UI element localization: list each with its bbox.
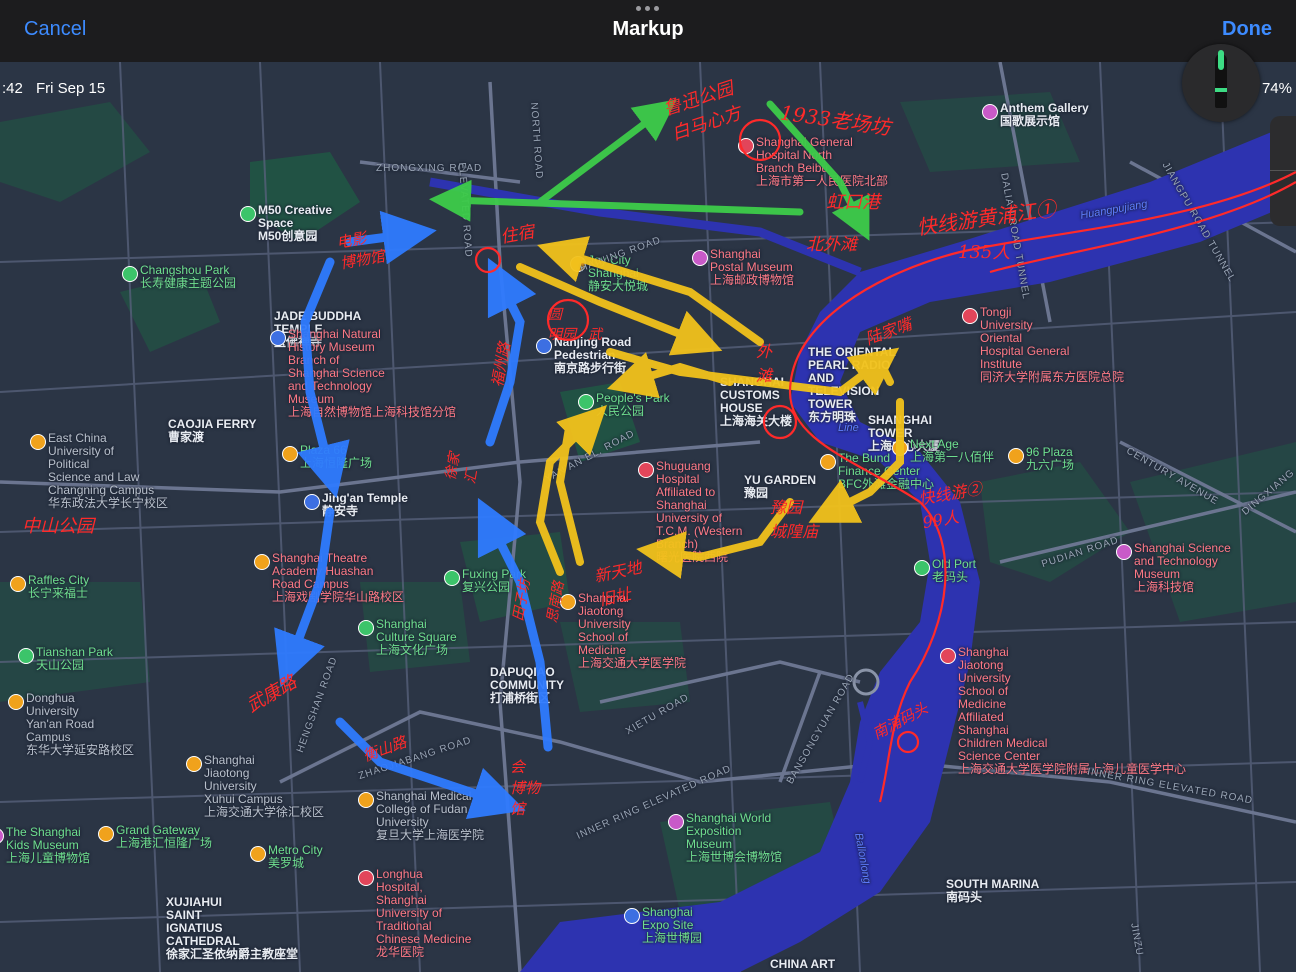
place-pin-icon-longhua[interactable] [358, 870, 374, 886]
handwritten-note-hw-c: 虹口港 [826, 192, 880, 213]
handwritten-note-hw-j: 外 滩 [756, 342, 773, 385]
place-pin-icon-expo-site[interactable] [624, 908, 640, 924]
place-pin-icon-fuxing[interactable] [444, 570, 460, 586]
place-pin-icon-fudan-med[interactable] [358, 792, 374, 808]
place-label-sstm[interactable]: Shanghai Science and Technology Museum 上… [1134, 542, 1231, 594]
place-label-expo-site[interactable]: Shanghai Expo Site 上海世博园 [642, 906, 702, 945]
battery-level: 74% [1261, 80, 1292, 97]
place-label-china-art[interactable]: CHINA ART [770, 958, 835, 971]
map-controls[interactable] [1270, 116, 1296, 226]
place-pin-icon-donghua[interactable] [8, 694, 24, 710]
place-label-96-plaza[interactable]: 96 Plaza 九六广场 [1026, 446, 1074, 472]
place-label-changshou[interactable]: Changshou Park 长寿健康主题公园 [140, 264, 236, 290]
place-label-jingan[interactable]: Jing'an Temple 静安寺 [322, 492, 408, 518]
map-canvas[interactable]: :42 Fri Sep 15 74% Anthem Gallery 国歌展示馆 S… [0, 62, 1296, 972]
place-label-raffles[interactable]: Raffles City 长宁来福士 [28, 574, 89, 600]
place-label-natural-history[interactable]: Shanghai Natural History Museum Branch o… [288, 328, 456, 419]
markup-app: Cancel Markup Done:42 Fri Sep 15 74% An… [0, 0, 1296, 972]
place-label-dapuqiao[interactable]: DAPUQIAO COMMUNITY 打浦桥街区 [490, 666, 564, 705]
place-pin-icon-postal[interactable] [692, 250, 708, 266]
place-pin-icon-m50[interactable] [240, 206, 256, 222]
place-pin-icon-96-plaza[interactable] [1008, 448, 1024, 464]
pen-tool-button[interactable] [1182, 44, 1260, 122]
done-button[interactable]: Done [1222, 18, 1272, 41]
handwritten-note-hw-u: 会 博物 馆 [510, 758, 541, 818]
place-label-culture-sq[interactable]: Shanghai Culture Square 上海文化广场 [376, 618, 457, 657]
markup-toolbar: Cancel Markup Done [0, 0, 1296, 62]
place-label-hospital-north[interactable]: Shanghai General Hospital North Branch B… [756, 136, 888, 188]
place-label-m50[interactable]: M50 Creative Space M50创意园 [258, 204, 332, 243]
handwritten-note-hw-m: 豫园 城隍庙 [770, 498, 819, 541]
place-pin-icon-hospital-north[interactable] [738, 138, 754, 154]
handwritten-note-hw-d: 北外滩 [806, 235, 857, 255]
page-title: Markup [612, 18, 684, 40]
place-pin-icon-jiaotong-child[interactable] [940, 648, 956, 664]
handwritten-note-hw-x: 武 [588, 327, 602, 343]
place-label-caojia[interactable]: CAOJIA FERRY 曹家渡 [168, 418, 256, 444]
status-date: Fri Sep 15 [36, 80, 106, 97]
place-label-shuguang[interactable]: Shuguang Hospital Affiliated to Shanghai… [656, 460, 742, 564]
place-label-grand-gateway[interactable]: Grand Gateway 上海港汇恒隆广场 [116, 824, 212, 850]
drag-handle[interactable] [636, 6, 660, 12]
place-pin-icon-xuhui[interactable] [186, 756, 202, 772]
place-label-xuhui[interactable]: Shanghai Jiaotong University Xuhui Campu… [204, 754, 324, 819]
place-label-metro-city[interactable]: Metro City 美罗城 [268, 844, 323, 870]
place-pin-icon-tianshan[interactable] [18, 648, 34, 664]
place-pin-icon-plaza66[interactable] [282, 446, 298, 462]
place-pin-icon-natural-history[interactable] [270, 330, 286, 346]
place-label-xujiahui[interactable]: XUJIAHUI SAINT IGNATIUS CATHEDRAL 徐家汇圣依纳… [166, 896, 298, 961]
place-label-fudan-med[interactable]: Shanghai Medical College of Fudan Univer… [376, 790, 484, 842]
place-pin-icon-peoples-park[interactable] [578, 394, 594, 410]
place-pin-icon-metro-city[interactable] [250, 846, 266, 862]
handwritten-note-hw-o: 中山公园 [22, 516, 94, 537]
place-label-postal[interactable]: Shanghai Postal Museum 上海邮政博物馆 [710, 248, 794, 287]
place-pin-icon-culture-sq[interactable] [358, 620, 374, 636]
place-label-jiaotong-child[interactable]: Shanghai Jiaotong University School of M… [958, 646, 1186, 776]
place-label-south-marina[interactable]: SOUTH MARINA 南码头 [946, 878, 1039, 904]
handwritten-note-hw-f: 135人 [958, 242, 1011, 263]
place-pin-icon-theatre[interactable] [254, 554, 270, 570]
place-label-anthem[interactable]: Anthem Gallery 国歌展示馆 [1000, 102, 1089, 128]
place-pin-icon-raffles[interactable] [10, 576, 26, 592]
place-label-kids-museum[interactable]: The Shanghai Kids Museum 上海儿童博物馆 [6, 826, 90, 865]
place-label-old-port[interactable]: Old Port 老码头 [932, 558, 976, 584]
place-pin-icon-tongji[interactable] [962, 308, 978, 324]
river-line: Line [838, 422, 859, 434]
place-pin-icon-old-port[interactable] [914, 560, 930, 576]
place-pin-icon-jingan[interactable] [304, 494, 320, 510]
handwritten-note-hw-g: 电影 博物馆 [335, 228, 387, 273]
pen-color-band [1215, 88, 1227, 92]
place-label-plaza66[interactable]: Plaza 66 上海恒隆广场 [300, 444, 372, 470]
place-label-longhua[interactable]: Longhua Hospital, Shanghai University of… [376, 868, 471, 959]
place-label-peoples-park[interactable]: People's Park 人民公园 [596, 392, 670, 418]
place-label-expo-museum[interactable]: Shanghai World Exposition Museum 上海世博会博物… [686, 812, 782, 864]
place-pin-icon-ecupl[interactable] [30, 434, 46, 450]
place-pin-icon-next-age[interactable] [892, 440, 908, 456]
place-label-ecupl[interactable]: East China University of Political Scien… [48, 432, 168, 510]
pen-tip-icon [1218, 50, 1224, 70]
place-pin-icon-grand-gateway[interactable] [98, 826, 114, 842]
handwritten-note-hw-n: 新天地 旧址 [592, 557, 644, 610]
place-pin-icon-expo-museum[interactable] [668, 814, 684, 830]
status-time: :42 [2, 80, 23, 97]
place-label-next-age[interactable]: Next Age 上海第一八佰伴 [910, 438, 994, 464]
place-label-tongji[interactable]: Tongji University Oriental Hospital Gene… [980, 306, 1124, 384]
place-pin-icon-shuguang[interactable] [638, 462, 654, 478]
handwritten-note-hw-w: 圆 明园 [548, 307, 576, 343]
place-label-donghua[interactable]: Donghua University Yan'an Road Campus 东华… [26, 692, 134, 757]
place-pin-icon-anthem[interactable] [982, 104, 998, 120]
place-pin-icon-bund-finance[interactable] [820, 454, 836, 470]
place-label-tianshan[interactable]: Tianshan Park 天山公园 [36, 646, 113, 672]
place-pin-icon-changshou[interactable] [122, 266, 138, 282]
place-label-theatre[interactable]: Shanghai Theatre Academy Huashan Road Ca… [272, 552, 404, 604]
